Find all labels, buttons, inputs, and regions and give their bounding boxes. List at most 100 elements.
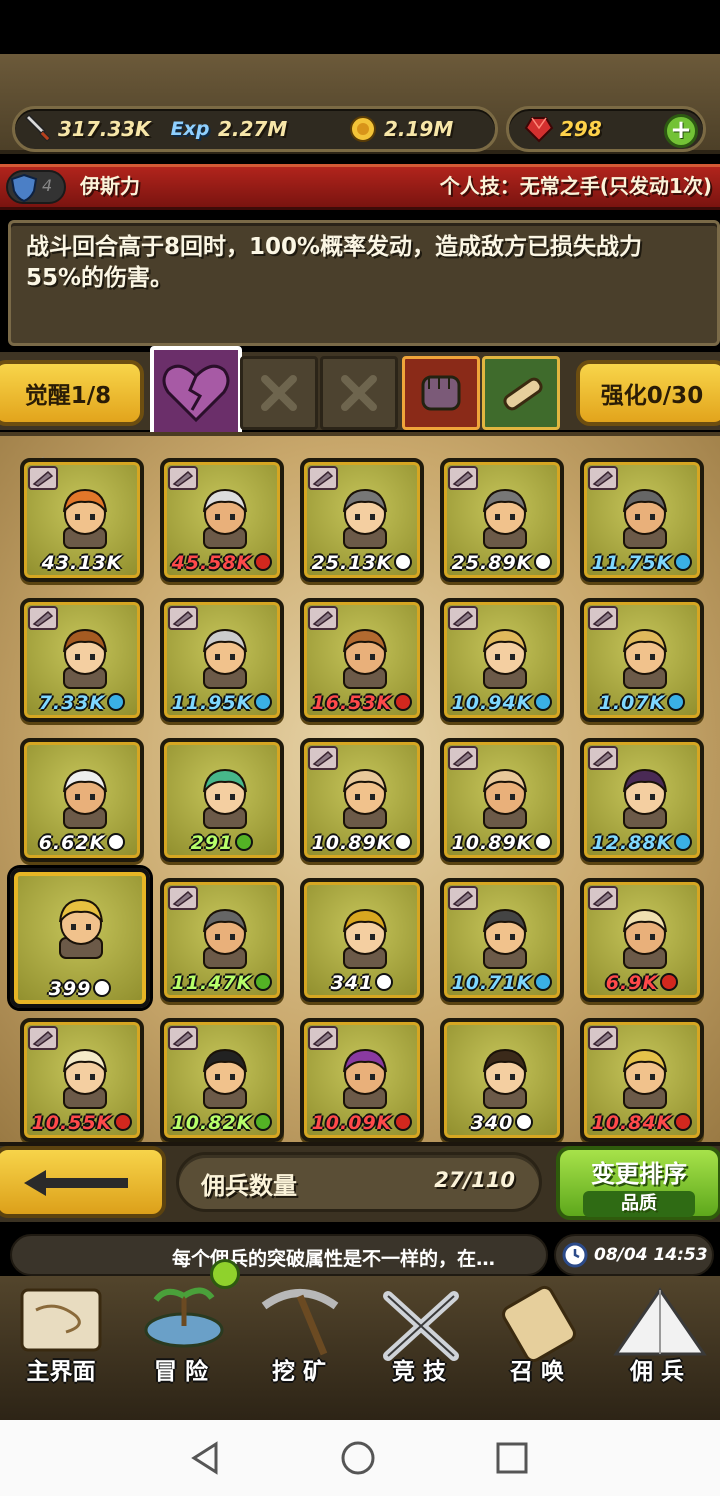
nav-main[interactable]: 主界面 bbox=[2, 1276, 120, 1386]
gold-coin-icon bbox=[348, 114, 378, 144]
mercenary-card[interactable]: 6.9K bbox=[580, 878, 704, 1002]
mercenary-portrait bbox=[50, 762, 120, 832]
mercenary-power: 291 bbox=[164, 832, 280, 854]
exp-icon: Exp bbox=[170, 118, 210, 140]
clock-icon bbox=[562, 1242, 588, 1268]
mercenary-card[interactable]: 43.13K bbox=[20, 458, 144, 582]
mercenary-card[interactable]: 25.13K bbox=[300, 458, 424, 582]
nav-arena[interactable]: 竞 技 bbox=[360, 1276, 478, 1386]
mercenary-card[interactable]: 11.75K bbox=[580, 458, 704, 582]
mercenary-card[interactable]: 340 bbox=[440, 1018, 564, 1142]
mercenary-card[interactable]: 16.53K bbox=[300, 598, 424, 722]
mercenary-portrait bbox=[190, 762, 260, 832]
mercenary-power-text: 10.94K bbox=[451, 692, 533, 714]
fist-icon bbox=[421, 375, 461, 411]
change-sort-button[interactable]: 变更排序 品质 bbox=[556, 1146, 720, 1220]
mercenary-portrait bbox=[330, 482, 400, 552]
mercenary-card[interactable]: 10.09K bbox=[300, 1018, 424, 1142]
gold-value: 2.19M bbox=[384, 117, 454, 141]
grade-badge-icon bbox=[394, 1113, 413, 1131]
mercenary-portrait bbox=[470, 482, 540, 552]
mercenary-card[interactable]: 11.95K bbox=[160, 598, 284, 722]
grade-badge-icon bbox=[674, 833, 693, 851]
summon-scroll-icon bbox=[502, 1285, 576, 1362]
nav-mining[interactable]: 挖 矿 bbox=[240, 1276, 358, 1386]
gold-stat: 2.19M bbox=[348, 112, 453, 146]
mercenary-power-text: 6.62K bbox=[38, 832, 106, 854]
mercenary-power-text: 1.07K bbox=[598, 692, 666, 714]
grade-badge-icon bbox=[667, 693, 686, 711]
exp-stat: Exp 2.27M bbox=[168, 112, 288, 146]
mercenary-power-text: 6.9K bbox=[605, 972, 659, 994]
mercenary-power-text: 43.13K bbox=[41, 552, 123, 574]
mercenary-card[interactable]: 10.89K bbox=[440, 738, 564, 862]
mercenary-portrait bbox=[330, 622, 400, 692]
grade-badge-icon bbox=[93, 979, 112, 997]
broken-heart-skill-slot[interactable] bbox=[150, 346, 242, 438]
nav-label: 佣 兵 bbox=[629, 1359, 684, 1385]
grade-badge-icon bbox=[674, 553, 693, 571]
power-stat: 317.33K bbox=[22, 112, 151, 146]
nav-label: 挖 矿 bbox=[271, 1359, 326, 1385]
mercenary-card[interactable]: 7.33K bbox=[20, 598, 144, 722]
gem-stat: 298 bbox=[524, 112, 602, 146]
mercenary-power-text: 25.89K bbox=[451, 552, 533, 574]
grade-badge-icon bbox=[660, 973, 679, 991]
grade-badge-icon bbox=[235, 833, 254, 851]
mercenary-portrait bbox=[470, 622, 540, 692]
mercenary-card[interactable]: 10.89K bbox=[300, 738, 424, 862]
empty-slot-1[interactable] bbox=[240, 356, 318, 430]
enhance-button[interactable]: 强化0/30 bbox=[576, 360, 720, 426]
personal-skill-label: 个人技：无常之手(只发动1次) bbox=[439, 174, 712, 198]
mercenary-card[interactable]: 11.47K bbox=[160, 878, 284, 1002]
mercenary-power-text: 340 bbox=[470, 1112, 514, 1134]
grade-badge-icon bbox=[534, 973, 553, 991]
mercenary-power-text: 11.95K bbox=[171, 692, 253, 714]
mercenary-power-text: 10.89K bbox=[311, 832, 393, 854]
awaken-button[interactable]: 觉醒1/8 bbox=[0, 360, 144, 426]
mercenary-card[interactable]: 10.55K bbox=[20, 1018, 144, 1142]
mercenary-card[interactable]: 399 bbox=[10, 868, 150, 1008]
scroll-skill-slot[interactable] bbox=[482, 356, 560, 430]
mercenary-card[interactable]: 341 bbox=[300, 878, 424, 1002]
mercenary-power: 12.88K bbox=[584, 832, 700, 854]
mercenary-card[interactable]: 6.62K bbox=[20, 738, 144, 862]
back-button[interactable] bbox=[0, 1146, 166, 1218]
mercenary-card[interactable]: 10.84K bbox=[580, 1018, 704, 1142]
recents-square-icon[interactable] bbox=[494, 1440, 530, 1476]
mercenary-power-text: 10.82K bbox=[171, 1112, 253, 1134]
nav-label: 冒 险 bbox=[153, 1359, 208, 1385]
home-circle-icon[interactable] bbox=[340, 1440, 376, 1476]
mercenary-card[interactable]: 291 bbox=[160, 738, 284, 862]
mercenary-power: 10.71K bbox=[444, 972, 560, 994]
scroll-icon bbox=[503, 377, 543, 411]
nav-summon[interactable]: 召 唤 bbox=[478, 1276, 596, 1386]
nav-mercenary[interactable]: 佣 兵 bbox=[598, 1276, 716, 1386]
sort-mode: 品质 bbox=[583, 1191, 695, 1217]
nav-adventure[interactable]: 冒 险 bbox=[122, 1276, 240, 1386]
game-screen: 317.33K Exp 2.27M 2.19M 298 + 4 伊斯力 个人技：… bbox=[0, 0, 720, 1496]
mercenary-card[interactable]: 1.07K bbox=[580, 598, 704, 722]
mercenary-card[interactable]: 10.71K bbox=[440, 878, 564, 1002]
empty-slot-2[interactable] bbox=[320, 356, 398, 430]
mercenary-card[interactable]: 10.94K bbox=[440, 598, 564, 722]
mercenary-count-box: 佣兵数量 27/110 bbox=[176, 1152, 542, 1212]
clock: 08/04 14:53 bbox=[554, 1234, 714, 1276]
mercenary-portrait bbox=[50, 622, 120, 692]
back-triangle-icon[interactable] bbox=[188, 1440, 224, 1476]
mercenary-power-text: 45.58K bbox=[171, 552, 253, 574]
hero-name: 伊斯力 bbox=[80, 174, 140, 198]
sword-icon bbox=[22, 114, 52, 144]
mercenary-card[interactable]: 10.82K bbox=[160, 1018, 284, 1142]
mercenary-card[interactable]: 45.58K bbox=[160, 458, 284, 582]
grade-badge-icon bbox=[394, 553, 413, 571]
news-ticker: 每个佣兵的突破属性是不一样的，在… bbox=[10, 1234, 548, 1276]
mercenary-card[interactable]: 25.89K bbox=[440, 458, 564, 582]
grade-badge-icon bbox=[534, 833, 553, 851]
tent-icon bbox=[613, 1287, 707, 1356]
mercenary-card[interactable]: 12.88K bbox=[580, 738, 704, 862]
fist-skill-slot[interactable] bbox=[402, 356, 480, 430]
grade-badge-icon bbox=[515, 1113, 534, 1131]
add-gems-button[interactable]: + bbox=[664, 114, 698, 148]
mercenary-portrait bbox=[330, 902, 400, 972]
